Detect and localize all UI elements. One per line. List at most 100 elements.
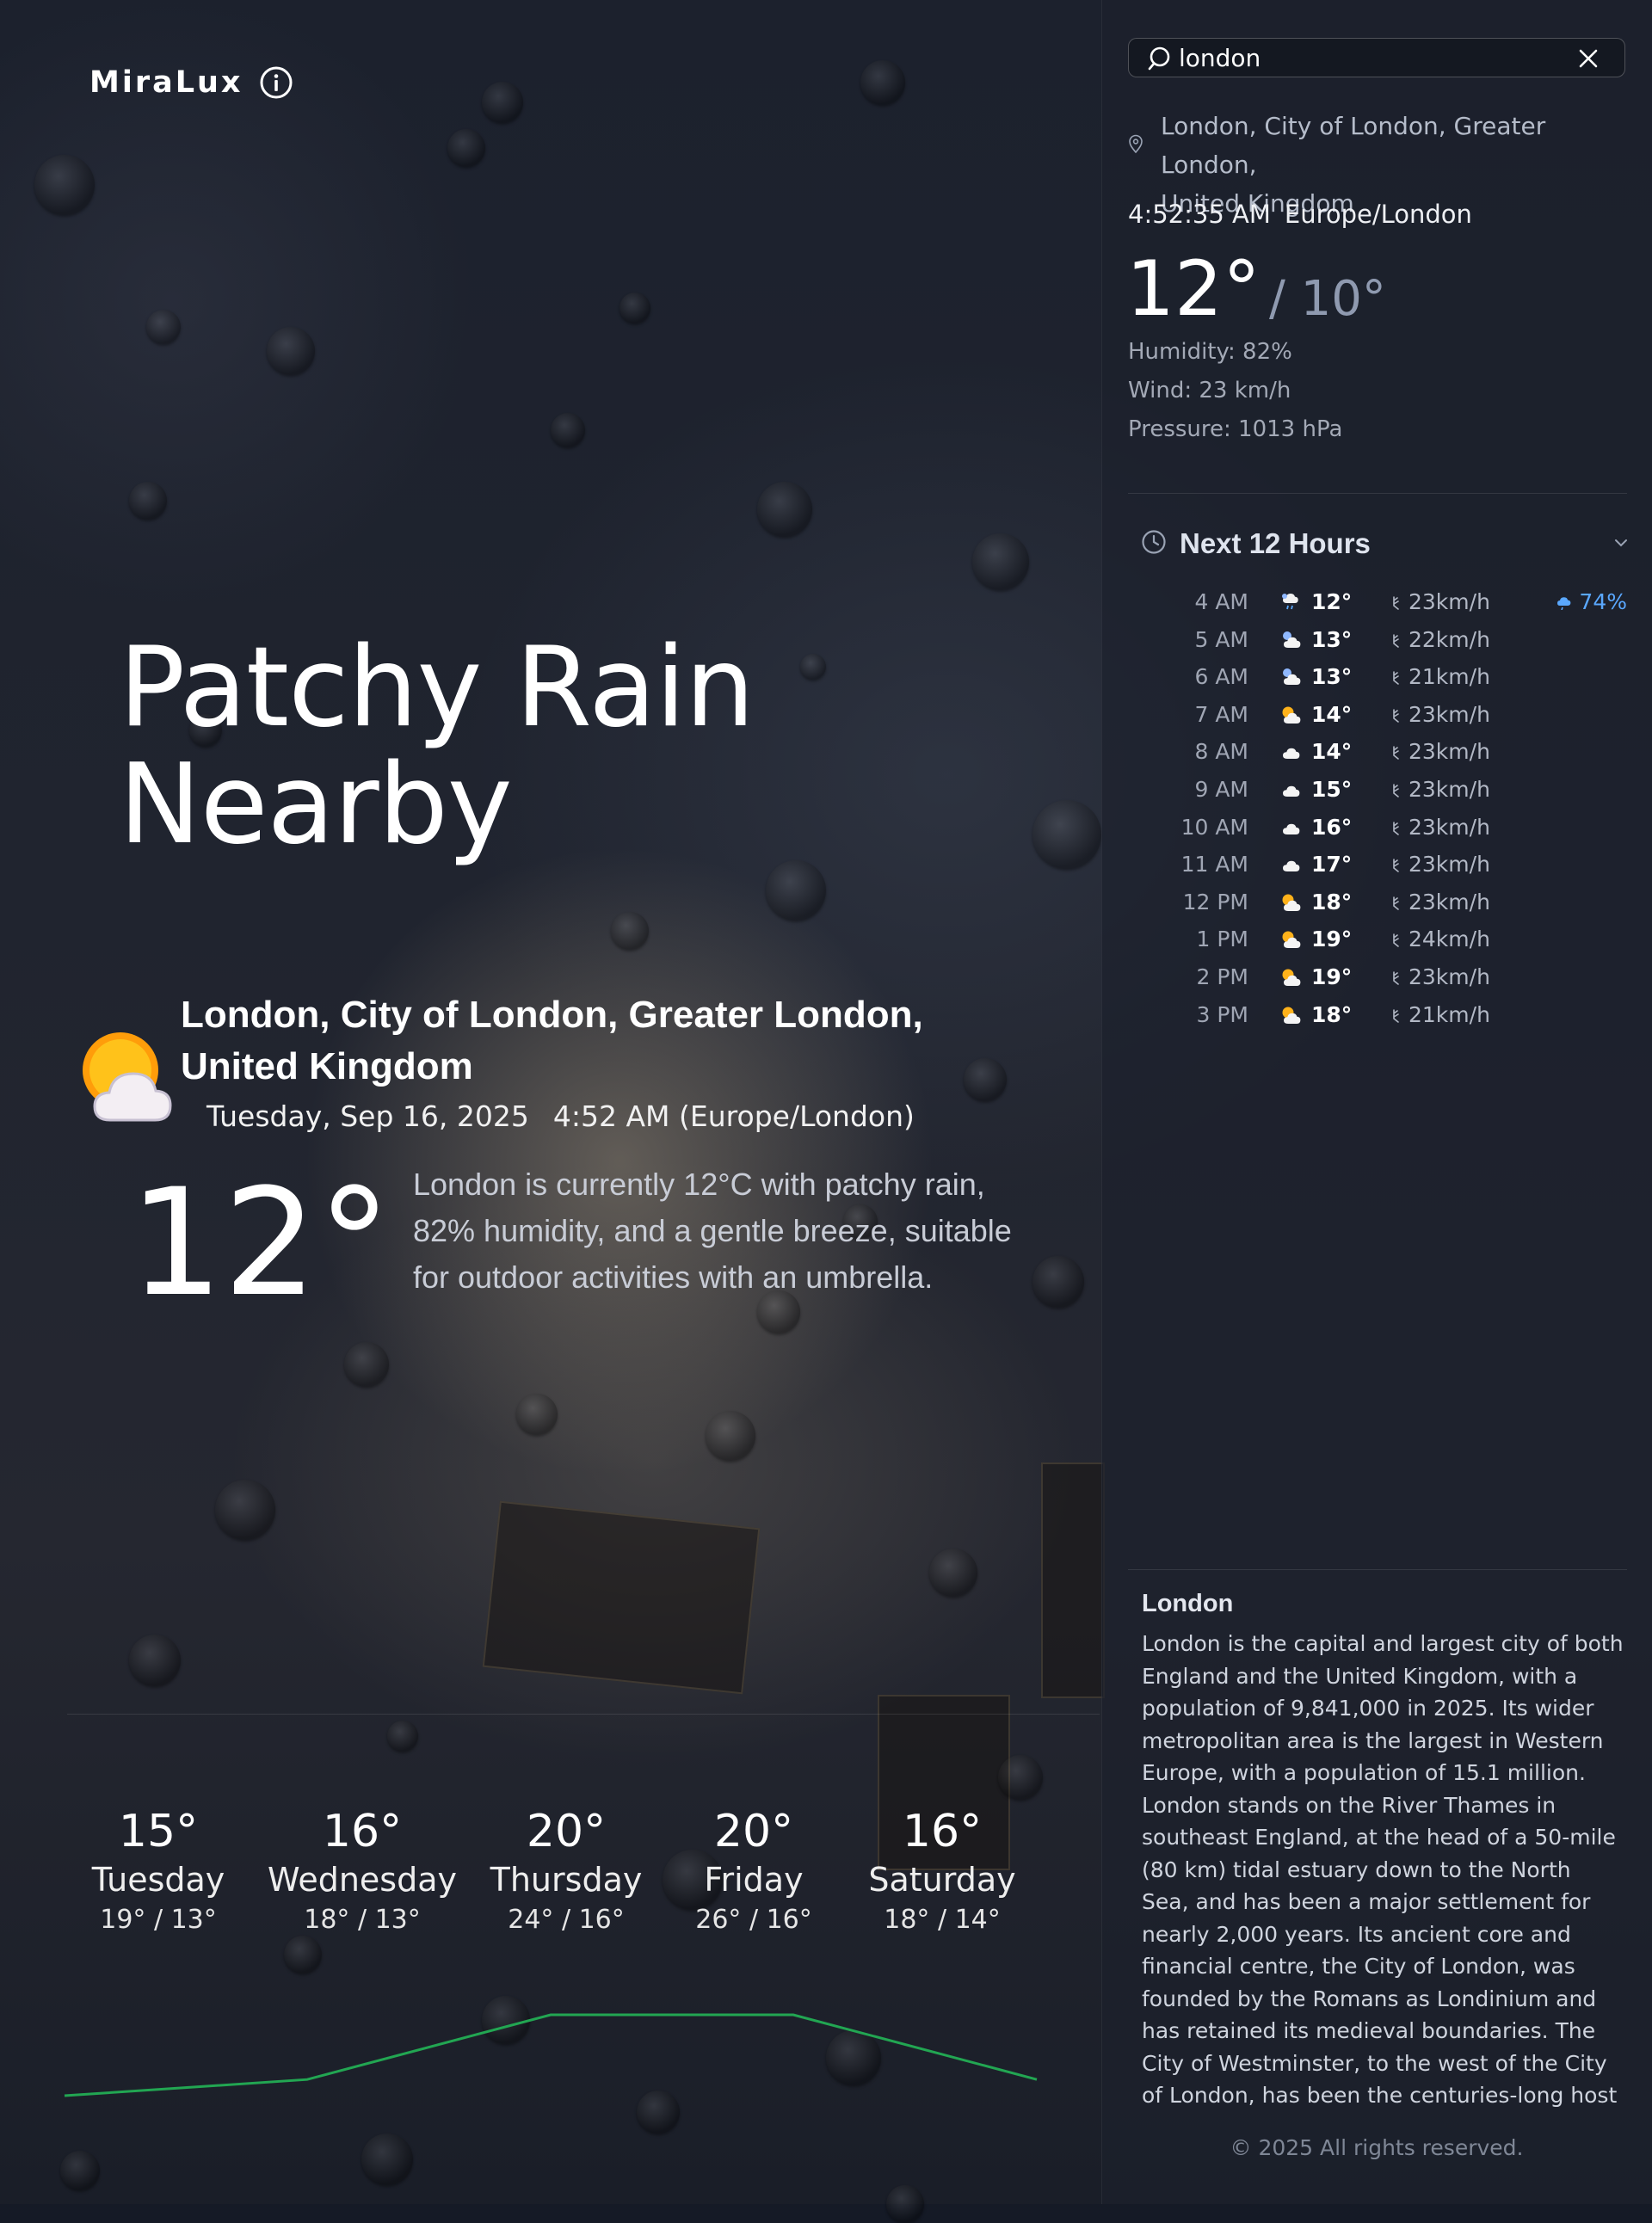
- rain-drop: [60, 2151, 100, 2190]
- hour-time: 4 AM: [1194, 589, 1248, 614]
- forecast-day: 20° Friday 26° / 16°: [655, 1805, 853, 1939]
- search-input[interactable]: [1179, 42, 1557, 73]
- temp-now: 12°: [1126, 244, 1261, 333]
- condition-title: Patchy Rain Nearby: [119, 630, 893, 864]
- app-name: MiraLux: [89, 65, 243, 100]
- forecast-range: 24° / 16°: [508, 1905, 625, 1935]
- city-description: London London is the capital and largest…: [1142, 1586, 1624, 2118]
- hour-row: 11 AM 17° 23km/h: [1102, 847, 1652, 882]
- rain-drop: [482, 82, 523, 123]
- hour-wind: 23km/h: [1409, 852, 1490, 878]
- hour-time: 10 AM: [1180, 814, 1248, 840]
- clock-icon: [1142, 530, 1166, 554]
- rain-drop: [361, 2134, 413, 2185]
- forecast-day: 20° Thursday 24° / 16°: [467, 1805, 665, 1939]
- sun-cloud-icon: [1282, 1007, 1301, 1024]
- hour-temp: 13°: [1311, 664, 1353, 690]
- hours-header[interactable]: Next 12 Hours: [1140, 525, 1630, 563]
- current-temperature: 12°: [129, 1156, 391, 1329]
- daily-forecast: 15° Tuesday 19° / 13° 16° Wednesday 18° …: [0, 1805, 1101, 1977]
- forecast-temp: 16°: [902, 1806, 983, 1857]
- condition-line-1: Patchy Rain: [119, 624, 755, 752]
- rain-drop: [267, 327, 315, 375]
- sun-cloud-icon: [1282, 894, 1301, 911]
- forecast-temp: 20°: [526, 1806, 607, 1857]
- hour-temp: 13°: [1311, 626, 1353, 652]
- rain-cloud-icon: [1282, 594, 1298, 610]
- rain-drop: [129, 1635, 181, 1686]
- hour-time: 12 PM: [1182, 889, 1248, 914]
- forecast-day: 16° Wednesday 18° / 13°: [263, 1805, 461, 1939]
- wind-icon: [1393, 896, 1399, 910]
- cloud-icon: [1283, 748, 1300, 760]
- hours-title: Next 12 Hours: [1180, 527, 1371, 559]
- hour-wind: 23km/h: [1409, 889, 1490, 914]
- forecast-day-name: Thursday: [490, 1861, 643, 1899]
- wind-icon: [1393, 633, 1399, 648]
- cloud-icon: [1283, 785, 1300, 797]
- hour-time: 9 AM: [1194, 777, 1248, 802]
- wind-icon: [1393, 821, 1399, 835]
- info-icon[interactable]: [259, 65, 293, 100]
- rain-drop: [215, 1480, 275, 1540]
- hour-time: 5 AM: [1194, 626, 1248, 652]
- rain-drop: [929, 1549, 977, 1597]
- rain-drop: [34, 155, 95, 215]
- wind-icon: [1393, 746, 1399, 760]
- wind-icon: [1393, 971, 1399, 985]
- hour-temp: 16°: [1311, 814, 1353, 840]
- forecast-day-name: Tuesday: [91, 1861, 225, 1899]
- location-pin-icon: [1129, 134, 1143, 153]
- hour-row: 4 AM 12° 23km/h 74%: [1102, 585, 1652, 619]
- hour-row: 8 AM 14° 23km/h: [1102, 735, 1652, 769]
- hour-wind: 23km/h: [1409, 814, 1490, 840]
- side-panel: London, City of London, Greater London, …: [1101, 0, 1652, 2204]
- hour-row: 10 AM 16° 23km/h: [1102, 810, 1652, 845]
- hour-temp: 14°: [1311, 701, 1353, 727]
- weather-summary: London is currently 12°C with patchy rai…: [413, 1167, 1012, 1295]
- hour-row: 5 AM 13° 22km/h: [1102, 623, 1652, 657]
- wind-icon: [1393, 933, 1399, 948]
- location-line-1: London, City of London, Greater London,: [181, 994, 923, 1036]
- clock: 4:52:35 AM Europe/London: [1128, 200, 1472, 229]
- rain-drop: [972, 533, 1029, 590]
- rain-drop: [757, 482, 812, 537]
- hour-temp: 14°: [1311, 739, 1353, 765]
- hour-row: 3 PM 18° 21km/h: [1102, 998, 1652, 1032]
- search-box[interactable]: [1128, 38, 1625, 77]
- search-icon: [1148, 46, 1170, 71]
- rain-drop: [611, 912, 649, 950]
- building-shape: [1041, 1462, 1105, 1698]
- rain-icon: [1557, 597, 1571, 611]
- divider: [1128, 493, 1627, 494]
- cloud-icon: [1283, 823, 1300, 834]
- hour-row: 6 AM 13° 21km/h: [1102, 660, 1652, 694]
- rain-drop: [998, 1755, 1043, 1800]
- city-title: London: [1142, 1590, 1234, 1617]
- rain-drop: [706, 1411, 755, 1461]
- forecast-day-name: Saturday: [868, 1861, 1016, 1899]
- forecast-range: 18° / 13°: [304, 1905, 421, 1935]
- hour-wind: 21km/h: [1409, 664, 1490, 690]
- wind-icon: [1393, 596, 1399, 610]
- wind-icon: [1393, 859, 1399, 872]
- trend-line: [64, 2013, 1038, 2097]
- local-time: 4:52 AM (Europe/London): [552, 1099, 915, 1133]
- close-icon[interactable]: [1576, 46, 1600, 71]
- chevron-down-icon[interactable]: [1612, 533, 1630, 552]
- wind-stat: Wind: 23 km/h: [1128, 378, 1291, 403]
- timezone: Europe/London: [1284, 200, 1472, 229]
- forecast-day: 16° Saturday 18° / 14°: [843, 1805, 1041, 1939]
- hour-temp: 18°: [1311, 889, 1353, 914]
- hour-time: 6 AM: [1194, 664, 1248, 690]
- forecast-temp: 15°: [118, 1806, 199, 1857]
- hour-time: 2 PM: [1196, 964, 1249, 989]
- hour-row: 7 AM 14° 23km/h: [1102, 698, 1652, 732]
- footer: © 2025 All rights reserved.: [1230, 2135, 1524, 2160]
- temperature-summary: 12°/ 10°: [1126, 246, 1386, 332]
- hour-wind: 23km/h: [1409, 589, 1490, 614]
- temp-low: / 10°: [1268, 271, 1386, 327]
- hour-temp: 12°: [1311, 589, 1353, 614]
- sun-cloud-icon: [1282, 706, 1301, 724]
- rain-drop: [447, 129, 485, 167]
